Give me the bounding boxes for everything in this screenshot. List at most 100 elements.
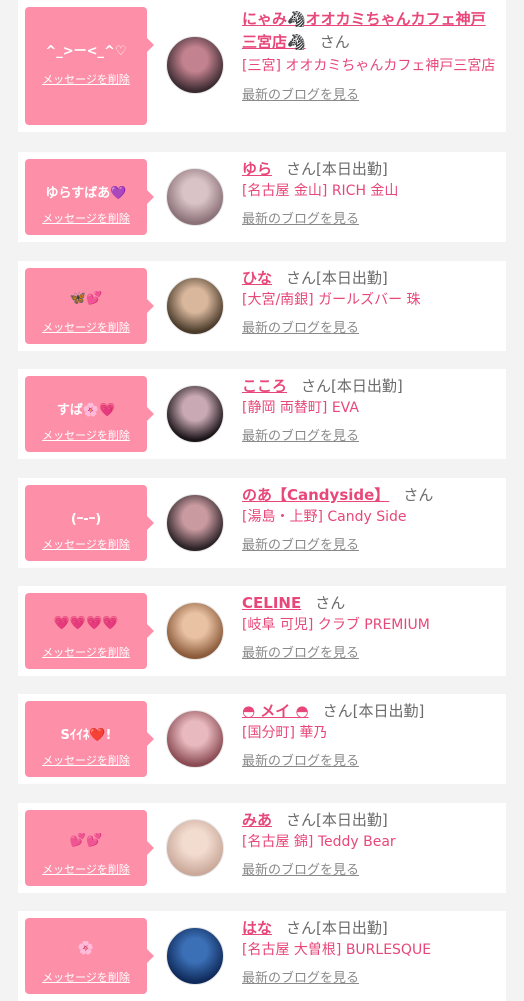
honorific: さん bbox=[286, 919, 317, 937]
message-bubble: 💗💗💗💗 メッセージを削除 bbox=[25, 593, 154, 669]
cast-name-link[interactable]: のあ【Candyside】 bbox=[242, 486, 389, 504]
delete-message-link[interactable]: メッセージを削除 bbox=[25, 71, 147, 87]
honorific: さん bbox=[315, 594, 346, 612]
cast-info: みあ さん[本日出勤] [名古屋 錦] Teddy Bear 最新のブログを見る bbox=[242, 809, 500, 878]
list-item: 💕💕 メッセージを削除 みあ さん[本日出勤] [名古屋 錦] Teddy Bear 最新… bbox=[18, 803, 506, 893]
cast-info: こころ さん[本日出勤] [静岡 両替町] EVA 最新のブログを見る bbox=[242, 375, 500, 444]
list-item: 🦋💕 メッセージを削除 ひな さん[本日出勤] [大宮/南銀] ガールズバー 珠最新のブ… bbox=[18, 261, 506, 351]
avatar[interactable] bbox=[166, 385, 224, 443]
cast-name-link[interactable]: CELINE bbox=[242, 594, 301, 612]
message-bubble: ^_>ー<_^♡ メッセージを削除 bbox=[25, 7, 154, 125]
avatar[interactable] bbox=[166, 168, 224, 226]
cast-name-link[interactable]: ひな bbox=[242, 269, 272, 287]
list-item: ゆらすばあ💜 メッセージを削除 ゆら さん[本日出勤] [名古屋 金山] RICH 金山… bbox=[18, 152, 506, 242]
list-item: 💗💗💗💗 メッセージを削除 CELINE さん [岐阜 可児] クラブ PREMIUM 最… bbox=[18, 586, 506, 676]
avatar[interactable] bbox=[166, 36, 224, 94]
shop-name: [名古屋 錦] Teddy Bear bbox=[242, 834, 396, 850]
delete-message-link[interactable]: メッセージを削除 bbox=[25, 861, 147, 877]
status-badge: [本日出勤] bbox=[316, 269, 388, 287]
cast-info: にゃみ🦓オオカミちゃんカフェ神戸三宮店🦓 さん [三宮] オオカミちゃんカフェ神戸三… bbox=[242, 8, 500, 103]
avatar[interactable] bbox=[166, 494, 224, 552]
honorific: さん bbox=[286, 269, 317, 287]
delete-message-link[interactable]: メッセージを削除 bbox=[25, 536, 147, 552]
shop-name: [国分町] 華乃 bbox=[242, 725, 328, 741]
message-bubble: 🦋💕 メッセージを削除 bbox=[25, 268, 154, 344]
message-text: 🦋💕 bbox=[69, 291, 103, 306]
honorific: さん bbox=[403, 486, 434, 504]
avatar[interactable] bbox=[166, 819, 224, 877]
avatar[interactable] bbox=[166, 927, 224, 985]
cast-info: ひな さん[本日出勤] [大宮/南銀] ガールズバー 珠最新のブログを見る bbox=[242, 267, 500, 336]
message-bubble: Sｲｲﾈ❤️! メッセージを削除 bbox=[25, 701, 154, 777]
delete-message-link[interactable]: メッセージを削除 bbox=[25, 644, 147, 660]
delete-message-link[interactable]: メッセージを削除 bbox=[25, 210, 147, 226]
delete-message-link[interactable]: メッセージを削除 bbox=[25, 427, 147, 443]
cast-name-link[interactable]: はな bbox=[242, 919, 272, 937]
message-text: 💕💕 bbox=[69, 833, 103, 848]
shop-name: [名古屋 大曽根] BURLESQUE bbox=[242, 942, 432, 958]
shop-name: [名古屋 金山] RICH 金山 bbox=[242, 183, 399, 199]
latest-blog-link[interactable]: 最新のブログを見る bbox=[242, 967, 359, 986]
status-badge: [本日出勤] bbox=[316, 811, 388, 829]
latest-blog-link[interactable]: 最新のブログを見る bbox=[242, 84, 359, 103]
delete-message-link[interactable]: メッセージを削除 bbox=[25, 319, 147, 335]
latest-blog-link[interactable]: 最新のブログを見る bbox=[242, 317, 359, 336]
message-bubble: 🌸 メッセージを削除 bbox=[25, 918, 154, 994]
latest-blog-link[interactable]: 最新のブログを見る bbox=[242, 208, 359, 227]
cast-info: CELINE さん [岐阜 可児] クラブ PREMIUM 最新のブログを見る bbox=[242, 592, 500, 661]
cast-heading: ゆら さん[本日出勤] bbox=[242, 158, 500, 180]
cast-name-link[interactable]: にゃみ🦓オオカミちゃんカフェ神戸三宮店🦓 bbox=[242, 10, 486, 51]
cast-heading: ひな さん[本日出勤] bbox=[242, 267, 500, 289]
cast-name-link[interactable]: こころ bbox=[242, 377, 287, 395]
cast-heading: のあ【Candyside】 さん bbox=[242, 484, 500, 506]
message-bubble: ゆらすばあ💜 メッセージを削除 bbox=[25, 159, 154, 235]
message-text: ^_>ー<_^♡ bbox=[45, 44, 127, 59]
cast-heading: こころ さん[本日出勤] bbox=[242, 375, 500, 397]
honorific: さん bbox=[286, 160, 317, 178]
delete-message-link[interactable]: メッセージを削除 bbox=[25, 752, 147, 768]
status-badge: [本日出勤] bbox=[331, 377, 403, 395]
status-badge: [本日出勤] bbox=[316, 919, 388, 937]
latest-blog-link[interactable]: 最新のブログを見る bbox=[242, 534, 359, 553]
message-text: 🌸 bbox=[77, 941, 95, 956]
message-bubble: 💕💕 メッセージを削除 bbox=[25, 810, 154, 886]
shop-name: [岐阜 可児] クラブ PREMIUM bbox=[242, 617, 430, 633]
message-text: (ｰ-ｰ) bbox=[70, 512, 102, 527]
cast-info: はな さん[本日出勤] [名古屋 大曽根] BURLESQUE 最新のブログを見る bbox=[242, 917, 500, 986]
cast-info: のあ【Candyside】 さん [湯島・上野] Candy Side 最新のブログを… bbox=[242, 484, 500, 553]
message-text: Sｲｲﾈ❤️! bbox=[60, 728, 112, 743]
cast-heading: ◓ メイ ◓ さん[本日出勤] bbox=[242, 700, 500, 722]
status-badge: [本日出勤] bbox=[352, 702, 425, 720]
cast-info: ゆら さん[本日出勤] [名古屋 金山] RICH 金山 最新のブログを見る bbox=[242, 158, 500, 227]
latest-blog-link[interactable]: 最新のブログを見る bbox=[242, 425, 359, 444]
shop-name: [湯島・上野] Candy Side bbox=[242, 509, 407, 525]
honorific: さん bbox=[322, 702, 353, 720]
avatar[interactable] bbox=[166, 277, 224, 335]
message-text: すば🌸💗 bbox=[56, 403, 116, 418]
cast-name-link[interactable]: ゆら bbox=[242, 160, 272, 178]
cast-heading: CELINE さん bbox=[242, 592, 500, 614]
list-item: (ｰ-ｰ) メッセージを削除 のあ【Candyside】 さん [湯島・上野] Cand… bbox=[18, 478, 506, 568]
avatar[interactable] bbox=[166, 602, 224, 660]
delete-message-link[interactable]: メッセージを削除 bbox=[25, 969, 147, 985]
cast-heading: はな さん[本日出勤] bbox=[242, 917, 500, 939]
list-item: Sｲｲﾈ❤️! メッセージを削除 ◓ メイ ◓ さん[本日出勤] [国分町] 華乃最新の… bbox=[18, 694, 506, 784]
shop-name: [三宮] オオカミちゃんカフェ神戸三宮店 bbox=[242, 58, 496, 74]
cast-name-link[interactable]: みあ bbox=[242, 811, 272, 829]
latest-blog-link[interactable]: 最新のブログを見る bbox=[242, 859, 359, 878]
list-item: 🌸 メッセージを削除 はな さん[本日出勤] [名古屋 大曽根] BURLESQUE 最新… bbox=[18, 911, 506, 1001]
cast-heading: みあ さん[本日出勤] bbox=[242, 809, 500, 831]
latest-blog-link[interactable]: 最新のブログを見る bbox=[242, 750, 359, 769]
cast-name-link[interactable]: ◓ メイ ◓ bbox=[242, 702, 309, 720]
list-item: ^_>ー<_^♡ メッセージを削除 にゃみ🦓オオカミちゃんカフェ神戸三宮店🦓 さん [三… bbox=[18, 0, 506, 132]
message-text: 💗💗💗💗 bbox=[53, 616, 119, 631]
latest-blog-link[interactable]: 最新のブログを見る bbox=[242, 642, 359, 661]
list-item: すば🌸💗 メッセージを削除 こころ さん[本日出勤] [静岡 両替町] EVA 最新のブロ… bbox=[18, 369, 506, 459]
status-badge: [本日出勤] bbox=[316, 160, 388, 178]
avatar[interactable] bbox=[166, 710, 224, 768]
shop-name: [大宮/南銀] ガールズバー 珠 bbox=[242, 292, 421, 308]
message-bubble: (ｰ-ｰ) メッセージを削除 bbox=[25, 485, 154, 561]
honorific: さん bbox=[319, 33, 350, 51]
honorific: さん bbox=[286, 811, 317, 829]
cast-heading: にゃみ🦓オオカミちゃんカフェ神戸三宮店🦓 さん bbox=[242, 8, 500, 54]
